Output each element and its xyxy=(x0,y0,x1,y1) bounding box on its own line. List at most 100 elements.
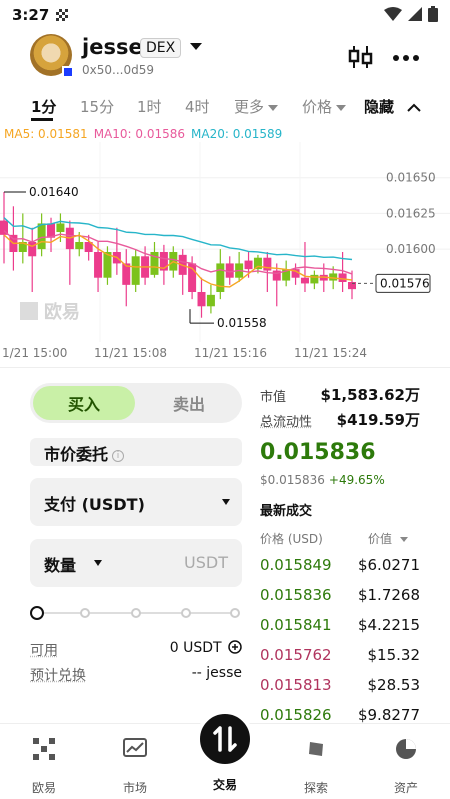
buy-sell-toggle: 买入 卖出 xyxy=(30,383,242,423)
trade-price: 0.015826 xyxy=(260,706,332,724)
trade-value: $1.7268 xyxy=(357,586,420,604)
amount-slider[interactable] xyxy=(30,606,242,620)
candle-body xyxy=(244,260,253,270)
candle-body xyxy=(263,257,272,271)
caret-down-icon[interactable] xyxy=(94,560,102,566)
liquidity-value: $419.59万 xyxy=(336,411,420,429)
chain-icon xyxy=(62,66,74,78)
timeframe-tabs: 1分 15分 1时 4时 更多 价格 隐藏 xyxy=(0,92,450,121)
active-tab-underline xyxy=(31,118,53,121)
add-funds-icon[interactable] xyxy=(228,640,242,654)
chevron-up-icon xyxy=(407,103,421,112)
sell-tab[interactable]: 卖出 xyxy=(138,386,240,420)
current-price-label: 0.01576 xyxy=(380,276,430,290)
ma10-label: MA10: 0.01586 xyxy=(93,127,185,141)
pay-currency-select[interactable]: 支付 (USDT) xyxy=(30,478,242,526)
candle-body xyxy=(75,242,84,250)
candle-body xyxy=(253,257,262,270)
x-tick: 11/21 15:16 xyxy=(194,346,267,360)
slider-handle[interactable] xyxy=(30,606,44,620)
candle-body xyxy=(197,292,206,307)
market-cap-value: $1,583.62万 xyxy=(320,386,420,404)
trade-value: $4.2215 xyxy=(357,616,420,634)
ma5-label: MA5: 0.01581 xyxy=(4,127,88,141)
chevron-down-icon xyxy=(336,104,347,111)
quantity-unit: USDT xyxy=(184,553,228,572)
tab-1m[interactable]: 1分 xyxy=(31,96,56,117)
order-type-selector[interactable]: 市价委托 i xyxy=(30,438,242,466)
more-icon[interactable] xyxy=(392,54,420,62)
candle-body xyxy=(94,252,103,278)
trade-row: 0.015762 $15.32 xyxy=(260,646,420,670)
y-tick-label: 0.01650 xyxy=(386,171,436,185)
buy-tab[interactable]: 买入 xyxy=(33,386,135,420)
price-chart[interactable]: 0.01650 0.01625 0.01600 欧易 0.01640 0.01558 0.0… xyxy=(0,142,450,364)
candle-body xyxy=(329,273,338,281)
y-tick-label: 0.01625 xyxy=(386,206,436,220)
pie-chart-icon xyxy=(396,739,416,759)
watermark-logo-icon xyxy=(20,302,38,320)
price-change: +49.65% xyxy=(328,473,385,487)
col-price: 价格 (USD) xyxy=(260,532,323,546)
trade-price: 0.015762 xyxy=(260,646,332,664)
nav-assets[interactable]: 资产 xyxy=(376,738,436,796)
chevron-down-icon[interactable] xyxy=(190,43,202,50)
nav-trade-button[interactable] xyxy=(196,710,254,768)
trade-row: 0.015813 $28.53 xyxy=(260,676,420,700)
okx-logo-icon xyxy=(33,738,55,760)
y-tick-label: 0.01600 xyxy=(386,242,436,256)
trade-value: $9.8277 xyxy=(357,706,420,724)
chart-icon xyxy=(123,738,147,757)
bottom-nav: 欧易 市场 交易 探索 资产 xyxy=(0,710,450,799)
trade-price: 0.015849 xyxy=(260,556,332,574)
token-name[interactable]: jesse xyxy=(82,35,143,59)
candlestick-icon[interactable] xyxy=(348,44,374,70)
tab-15m[interactable]: 15分 xyxy=(80,96,114,117)
signal-icon xyxy=(408,7,422,21)
slider-step-50[interactable] xyxy=(131,608,141,618)
x-tick: 1/21 15:00 xyxy=(2,346,68,360)
candle-body xyxy=(37,223,46,250)
candle-body xyxy=(300,277,309,284)
nav-market[interactable]: 市场 xyxy=(105,738,165,796)
trade-price: 0.015841 xyxy=(260,616,332,634)
tab-more[interactable]: 更多 xyxy=(234,96,279,117)
nav-trade-label[interactable]: 交易 xyxy=(195,776,255,793)
market-cap-label: 市值 xyxy=(260,390,287,405)
trade-value: $28.53 xyxy=(367,676,421,694)
token-avatar[interactable] xyxy=(30,34,74,78)
watermark-text: 欧易 xyxy=(44,301,80,323)
divider xyxy=(0,367,450,368)
notification-icon xyxy=(56,9,68,21)
status-time: 3:27 xyxy=(12,6,50,24)
liquidity-label[interactable]: 总流动性 xyxy=(260,411,312,430)
slider-step-25[interactable] xyxy=(80,608,90,618)
col-value-sort[interactable]: 价值 xyxy=(368,530,408,547)
trade-value: $6.0271 xyxy=(357,556,420,574)
x-tick: 11/21 15:08 xyxy=(94,346,167,360)
tab-1h[interactable]: 1时 xyxy=(137,96,162,117)
dex-badge: DEX xyxy=(140,38,182,58)
estimate-row: 预计兑换 -- jesse xyxy=(30,665,242,684)
candle-body xyxy=(206,294,215,307)
token-header: jesse DEX 0x50...0d59 xyxy=(0,32,450,86)
token-address[interactable]: 0x50...0d59 xyxy=(82,63,154,77)
low-price-label: 0.01558 xyxy=(217,316,267,330)
ma-legend: MA5: 0.01581 MA10: 0.01586 MA20: 0.01589 xyxy=(4,127,282,141)
chevron-down-icon xyxy=(268,104,279,111)
trade-row: 0.015836 $1.7268 xyxy=(260,586,420,610)
tab-price[interactable]: 价格 xyxy=(302,96,347,117)
quantity-input[interactable]: 数量 USDT xyxy=(30,539,242,587)
nav-discover[interactable]: 探索 xyxy=(286,738,346,796)
info-icon[interactable]: i xyxy=(112,449,125,462)
slider-step-100[interactable] xyxy=(230,608,240,618)
candle-body xyxy=(338,273,347,282)
wifi-icon xyxy=(384,7,402,21)
slider-step-75[interactable] xyxy=(181,608,191,618)
candle-body xyxy=(310,274,319,284)
hide-toggle[interactable]: 隐藏 xyxy=(364,96,421,117)
nav-home[interactable]: 欧易 xyxy=(14,738,74,796)
tab-4h[interactable]: 4时 xyxy=(185,96,210,117)
high-price-label: 0.01640 xyxy=(29,185,79,199)
trade-price: 0.015836 xyxy=(260,586,332,604)
